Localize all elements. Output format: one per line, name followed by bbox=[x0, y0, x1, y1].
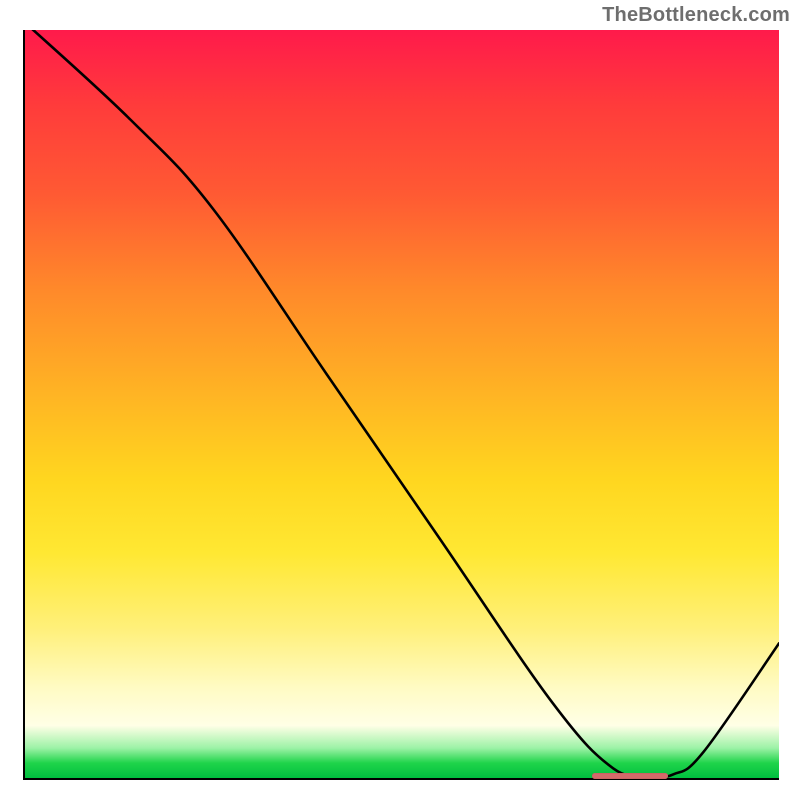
watermark-text: TheBottleneck.com bbox=[602, 4, 790, 27]
chart-plot-area bbox=[23, 30, 779, 780]
bottleneck-curve bbox=[25, 30, 779, 778]
optimal-range-marker bbox=[592, 773, 668, 779]
